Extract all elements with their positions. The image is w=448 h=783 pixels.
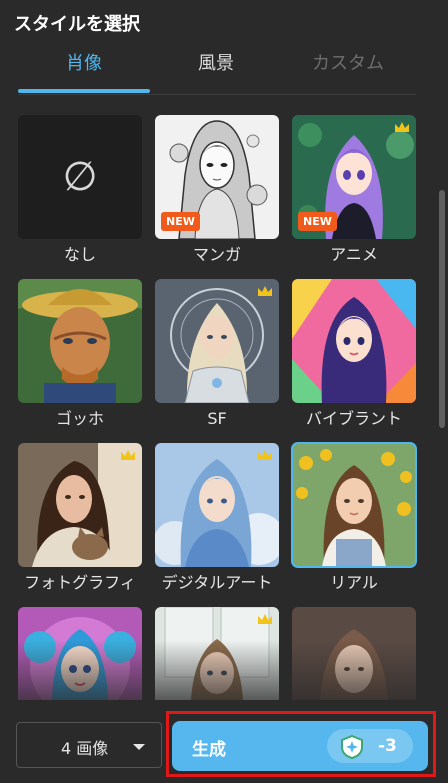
style-thumbnail-comic bbox=[18, 607, 142, 700]
style-label: SF bbox=[207, 409, 227, 428]
soft-portrait-image bbox=[292, 607, 416, 700]
comic-portrait-image bbox=[18, 607, 142, 700]
credit-shield-icon bbox=[341, 734, 363, 760]
style-thumbnail-anime: NEW bbox=[292, 115, 416, 239]
style-thumbnail-manga: NEW bbox=[155, 115, 279, 239]
style-card-photography[interactable]: フォトグラフィ bbox=[18, 443, 142, 595]
style-card-manga[interactable]: NEW マンガ bbox=[155, 115, 279, 267]
style-card-real[interactable]: リアル bbox=[291, 442, 417, 595]
style-thumbnail-none: ∅ bbox=[18, 115, 142, 239]
style-card-soft[interactable] bbox=[292, 607, 416, 700]
premium-crown-icon bbox=[395, 122, 409, 132]
digital-art-portrait-image bbox=[155, 443, 279, 567]
new-badge: NEW bbox=[161, 212, 200, 231]
style-thumbnail-kids bbox=[155, 607, 279, 700]
premium-crown-icon bbox=[121, 450, 135, 460]
style-label: リアル bbox=[330, 573, 378, 592]
style-label: マンガ bbox=[192, 245, 241, 264]
style-card-anime[interactable]: NEW アニメ bbox=[292, 115, 416, 267]
style-grid: ∅ なし NEW マンガ NEW アニメ ゴッホ SF バイブラント フォトグラ… bbox=[0, 0, 430, 700]
style-card-vibrant[interactable]: バイブラント bbox=[292, 279, 416, 431]
credit-cost-value: -3 bbox=[378, 736, 397, 756]
style-card-comic[interactable] bbox=[18, 607, 142, 700]
style-card-gogh[interactable]: ゴッホ bbox=[18, 279, 142, 431]
style-thumbnail-digital-art bbox=[155, 443, 279, 567]
generate-button-label: 生成 bbox=[192, 740, 226, 760]
style-card-kids[interactable] bbox=[155, 607, 279, 700]
image-count-select[interactable]: 4 画像 bbox=[16, 722, 162, 768]
style-card-none[interactable]: ∅ なし bbox=[18, 115, 142, 267]
style-label: なし bbox=[63, 245, 96, 264]
style-label: ゴッホ bbox=[55, 409, 104, 428]
style-label: アニメ bbox=[330, 245, 378, 264]
premium-crown-icon bbox=[258, 614, 272, 624]
gogh-portrait-image bbox=[18, 279, 142, 403]
vibrant-portrait-image bbox=[292, 279, 416, 403]
style-label: デジタルアート bbox=[161, 573, 273, 592]
style-card-digital-art[interactable]: デジタルアート bbox=[155, 443, 279, 595]
sf-portrait-image bbox=[155, 279, 279, 403]
style-thumbnail-soft bbox=[292, 607, 416, 700]
new-badge: NEW bbox=[298, 212, 337, 231]
premium-crown-icon bbox=[258, 450, 272, 460]
style-thumbnail-gogh bbox=[18, 279, 142, 403]
style-card-sf[interactable]: SF bbox=[155, 279, 279, 431]
style-label: フォトグラフィ bbox=[24, 573, 136, 592]
style-grid-scrollbar[interactable] bbox=[439, 190, 445, 428]
style-thumbnail-photography bbox=[18, 443, 142, 567]
image-count-value: 4 画像 bbox=[61, 739, 109, 758]
none-symbol-icon: ∅ bbox=[62, 154, 98, 200]
style-thumbnail-sf bbox=[155, 279, 279, 403]
style-thumbnail-real bbox=[291, 442, 417, 568]
chevron-down-icon bbox=[133, 744, 145, 750]
style-thumbnail-vibrant bbox=[292, 279, 416, 403]
photography-portrait-image bbox=[18, 443, 142, 567]
premium-crown-icon bbox=[258, 286, 272, 296]
real-portrait-image bbox=[292, 443, 416, 567]
style-label: バイブラント bbox=[305, 409, 402, 428]
